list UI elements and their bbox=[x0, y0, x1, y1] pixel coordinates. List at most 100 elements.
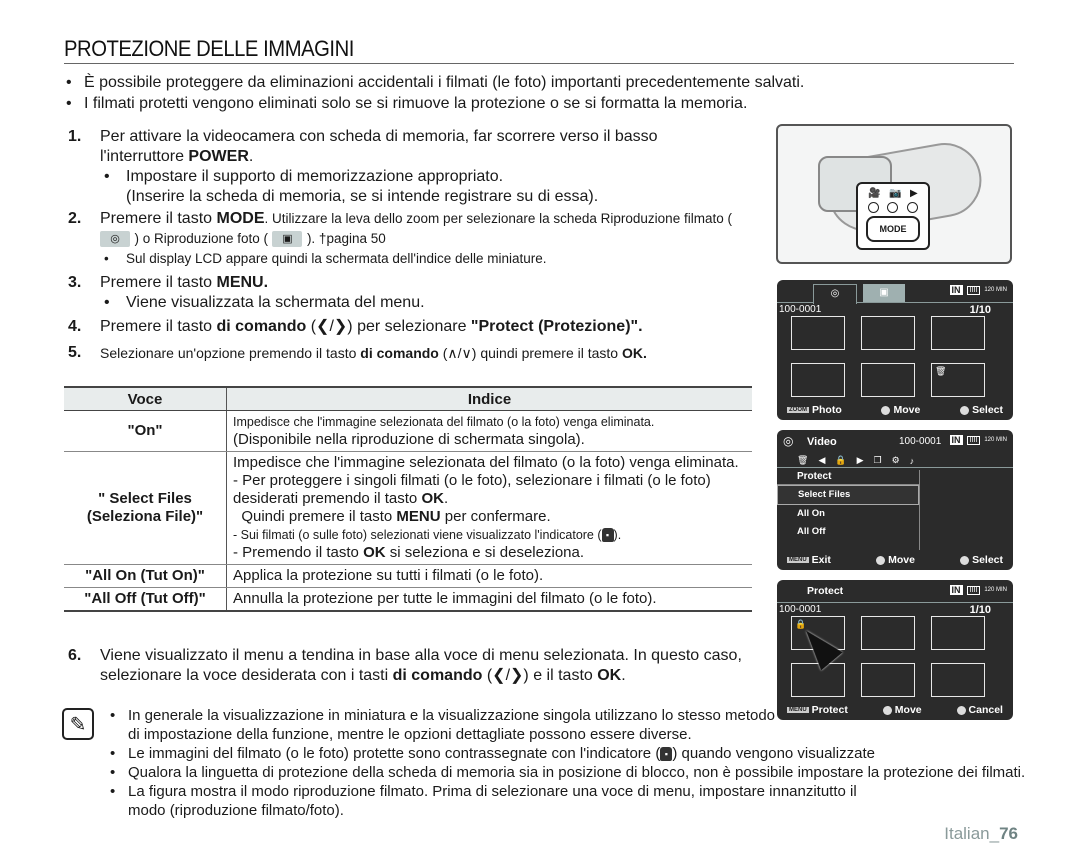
delete-icon[interactable]: 🗑 bbox=[797, 455, 808, 466]
battery-icon: IIII bbox=[966, 435, 981, 445]
intro-item: I filmati protetti vengono eliminati sol… bbox=[64, 93, 1014, 114]
menu-tab-bar: 🗑 ◀ 🔒 ▶ ❐ ⚙ ♪ bbox=[777, 454, 1013, 468]
tab-photo[interactable]: ▣ bbox=[863, 284, 905, 302]
playback-mode-icon: ▶ bbox=[910, 188, 918, 199]
step-1-sub: Impostare il supporto di memorizzazione … bbox=[100, 167, 740, 207]
mode-button[interactable]: MODE bbox=[866, 216, 920, 242]
internal-memory-icon: IN bbox=[949, 435, 963, 445]
step-3-sub: Viene visualizzata la schermata del menu… bbox=[100, 293, 764, 313]
photo-mode-icon: 📷 bbox=[889, 188, 902, 199]
move-hint: Move bbox=[882, 704, 922, 716]
lcd-screen-protect: Protect IN IIII 120 MIN 100-0001 1/10 🔒 … bbox=[777, 580, 1013, 720]
menu-item-all-off[interactable]: All Off bbox=[777, 523, 919, 541]
lock-icon: ▪ bbox=[660, 747, 673, 762]
page-title: PROTEZIONE DELLE IMMAGINI bbox=[64, 36, 354, 61]
menu-title: Protect bbox=[777, 470, 919, 485]
mode-led bbox=[887, 202, 899, 213]
note-item: La figura mostra il modo riproduzione fi… bbox=[108, 782, 888, 820]
step-5: 5. Selezionare un'opzione premendo il ta… bbox=[68, 344, 647, 361]
ok-button-icon bbox=[960, 555, 970, 565]
photo-playback-icon: ▣ bbox=[272, 230, 303, 247]
joystick-icon bbox=[876, 555, 886, 565]
cancel-hint: Cancel bbox=[956, 704, 1003, 716]
table-header: Voce Indice bbox=[64, 386, 752, 411]
thumbnail[interactable] bbox=[791, 363, 845, 397]
lock-icon: 🔒 bbox=[795, 619, 807, 629]
intro-item: È possibile proteggere da eliminazioni a… bbox=[64, 72, 1014, 93]
mode-callout: 🎥 📷 ▶ MODE bbox=[856, 182, 930, 250]
ok-button-icon bbox=[956, 705, 966, 715]
copy-icon[interactable]: ❐ bbox=[874, 455, 882, 466]
arrow-left-icon[interactable]: ◀ bbox=[818, 455, 825, 466]
thumbnail[interactable] bbox=[931, 316, 985, 350]
battery-icon: IIII bbox=[966, 285, 981, 295]
move-hint: Move bbox=[876, 554, 915, 566]
step-2: 2. Premere il tasto MODE. Utilizzare la … bbox=[64, 209, 764, 269]
step-4: 4. Premere il tasto di comando (❮/❯) per… bbox=[68, 318, 643, 335]
photo-playback-icon: ▣ bbox=[879, 287, 889, 298]
share-icon[interactable]: ♪ bbox=[910, 456, 915, 466]
thumbnail[interactable] bbox=[861, 663, 915, 697]
arrow-right-icon[interactable]: ▶ bbox=[857, 455, 864, 466]
move-hint: Move bbox=[881, 404, 920, 416]
video-playback-icon: ◎ bbox=[830, 288, 840, 299]
file-number: 100-0001 bbox=[779, 604, 822, 615]
thumbnail[interactable] bbox=[791, 316, 845, 350]
thumbnail[interactable] bbox=[791, 663, 845, 697]
video-playback-icon: ◎ bbox=[783, 434, 794, 448]
joystick-icon bbox=[882, 705, 892, 715]
file-number: 100-0001 bbox=[779, 304, 822, 315]
battery-icon: IIII bbox=[966, 585, 981, 595]
lcd-screen-thumbnails: ◎ ▣ IN IIII 120 MIN 100-0001 1/10 🗑 ZOOM… bbox=[777, 280, 1013, 420]
joystick-icon bbox=[881, 405, 891, 415]
step-3: 3. Premere il tasto MENU. Viene visualiz… bbox=[64, 273, 764, 313]
title-rule bbox=[64, 63, 1014, 64]
menu-item-select-files[interactable]: Select Files bbox=[777, 485, 919, 505]
thumbnail[interactable] bbox=[861, 316, 915, 350]
remaining-time: 120 MIN bbox=[984, 587, 1007, 593]
trash-icon: 🗑 bbox=[935, 366, 947, 376]
thumbnail[interactable] bbox=[931, 663, 985, 697]
notes-list: In generale la visualizzazione in miniat… bbox=[108, 706, 1028, 820]
menu-item-all-on[interactable]: All On bbox=[777, 505, 919, 523]
remaining-time: 120 MIN bbox=[984, 437, 1007, 443]
zoom-photo-hint: ZOOM Photo bbox=[787, 404, 842, 416]
video-mode-icon: 🎥 bbox=[868, 188, 881, 199]
thumbnail[interactable] bbox=[931, 616, 985, 650]
select-hint: Select bbox=[960, 554, 1003, 566]
step-6: 6. Viene visualizzato il menu a tendina … bbox=[68, 647, 742, 684]
header-indice: Indice bbox=[226, 386, 752, 411]
remaining-time: 120 MIN bbox=[984, 287, 1007, 293]
note-pencil-icon: ✎ bbox=[62, 708, 94, 740]
table-row: "On" Impedisce che l'immagine selezionat… bbox=[64, 410, 752, 452]
lcd-screen-menu: ◎ Video 100-0001 IN IIII 120 MIN 🗑 ◀ 🔒 ▶… bbox=[777, 430, 1013, 570]
internal-memory-icon: IN bbox=[949, 585, 963, 595]
settings-icon[interactable]: ⚙ bbox=[892, 455, 900, 466]
protect-hint: MENU Protect bbox=[787, 704, 848, 716]
table-row: " Select Files (Seleziona File)" Impedis… bbox=[64, 451, 752, 565]
note-item: Le immagini del filmato (o le foto) prot… bbox=[108, 744, 1028, 763]
table-row: "All Off (Tut Off)" Annulla la protezion… bbox=[64, 587, 752, 612]
mode-led bbox=[868, 202, 880, 213]
thumbnail[interactable] bbox=[861, 363, 915, 397]
note-item: In generale la visualizzazione in miniat… bbox=[108, 706, 788, 744]
step-1: 1. Per attivare la videocamera con sched… bbox=[64, 127, 740, 207]
internal-memory-icon: IN bbox=[949, 285, 963, 295]
options-table: Voce Indice "On" Impedisce che l'immagin… bbox=[64, 386, 752, 612]
file-count: 1/10 bbox=[969, 304, 991, 316]
file-count: 1/10 bbox=[969, 604, 991, 616]
screen-title: Video bbox=[807, 436, 837, 448]
step-2-sub: Sul display LCD appare quindi la scherma… bbox=[100, 249, 764, 269]
thumbnail[interactable] bbox=[861, 616, 915, 650]
mode-led bbox=[906, 202, 918, 213]
video-playback-icon: ◎ bbox=[100, 230, 130, 247]
screen-title: Protect bbox=[807, 585, 844, 597]
header-voce: Voce bbox=[64, 386, 227, 411]
protect-lock-icon[interactable]: 🔒 bbox=[835, 455, 846, 466]
table-row: "All On (Tut On)" Applica la protezione … bbox=[64, 564, 752, 588]
protect-menu: Protect Select Files All On All Off bbox=[777, 470, 920, 550]
tab-video[interactable]: ◎ bbox=[813, 284, 857, 304]
thumbnail[interactable]: 🗑 bbox=[931, 363, 985, 397]
select-hint: Select bbox=[960, 404, 1003, 416]
camera-illustration: 🎥 📷 ▶ MODE bbox=[776, 124, 1012, 264]
